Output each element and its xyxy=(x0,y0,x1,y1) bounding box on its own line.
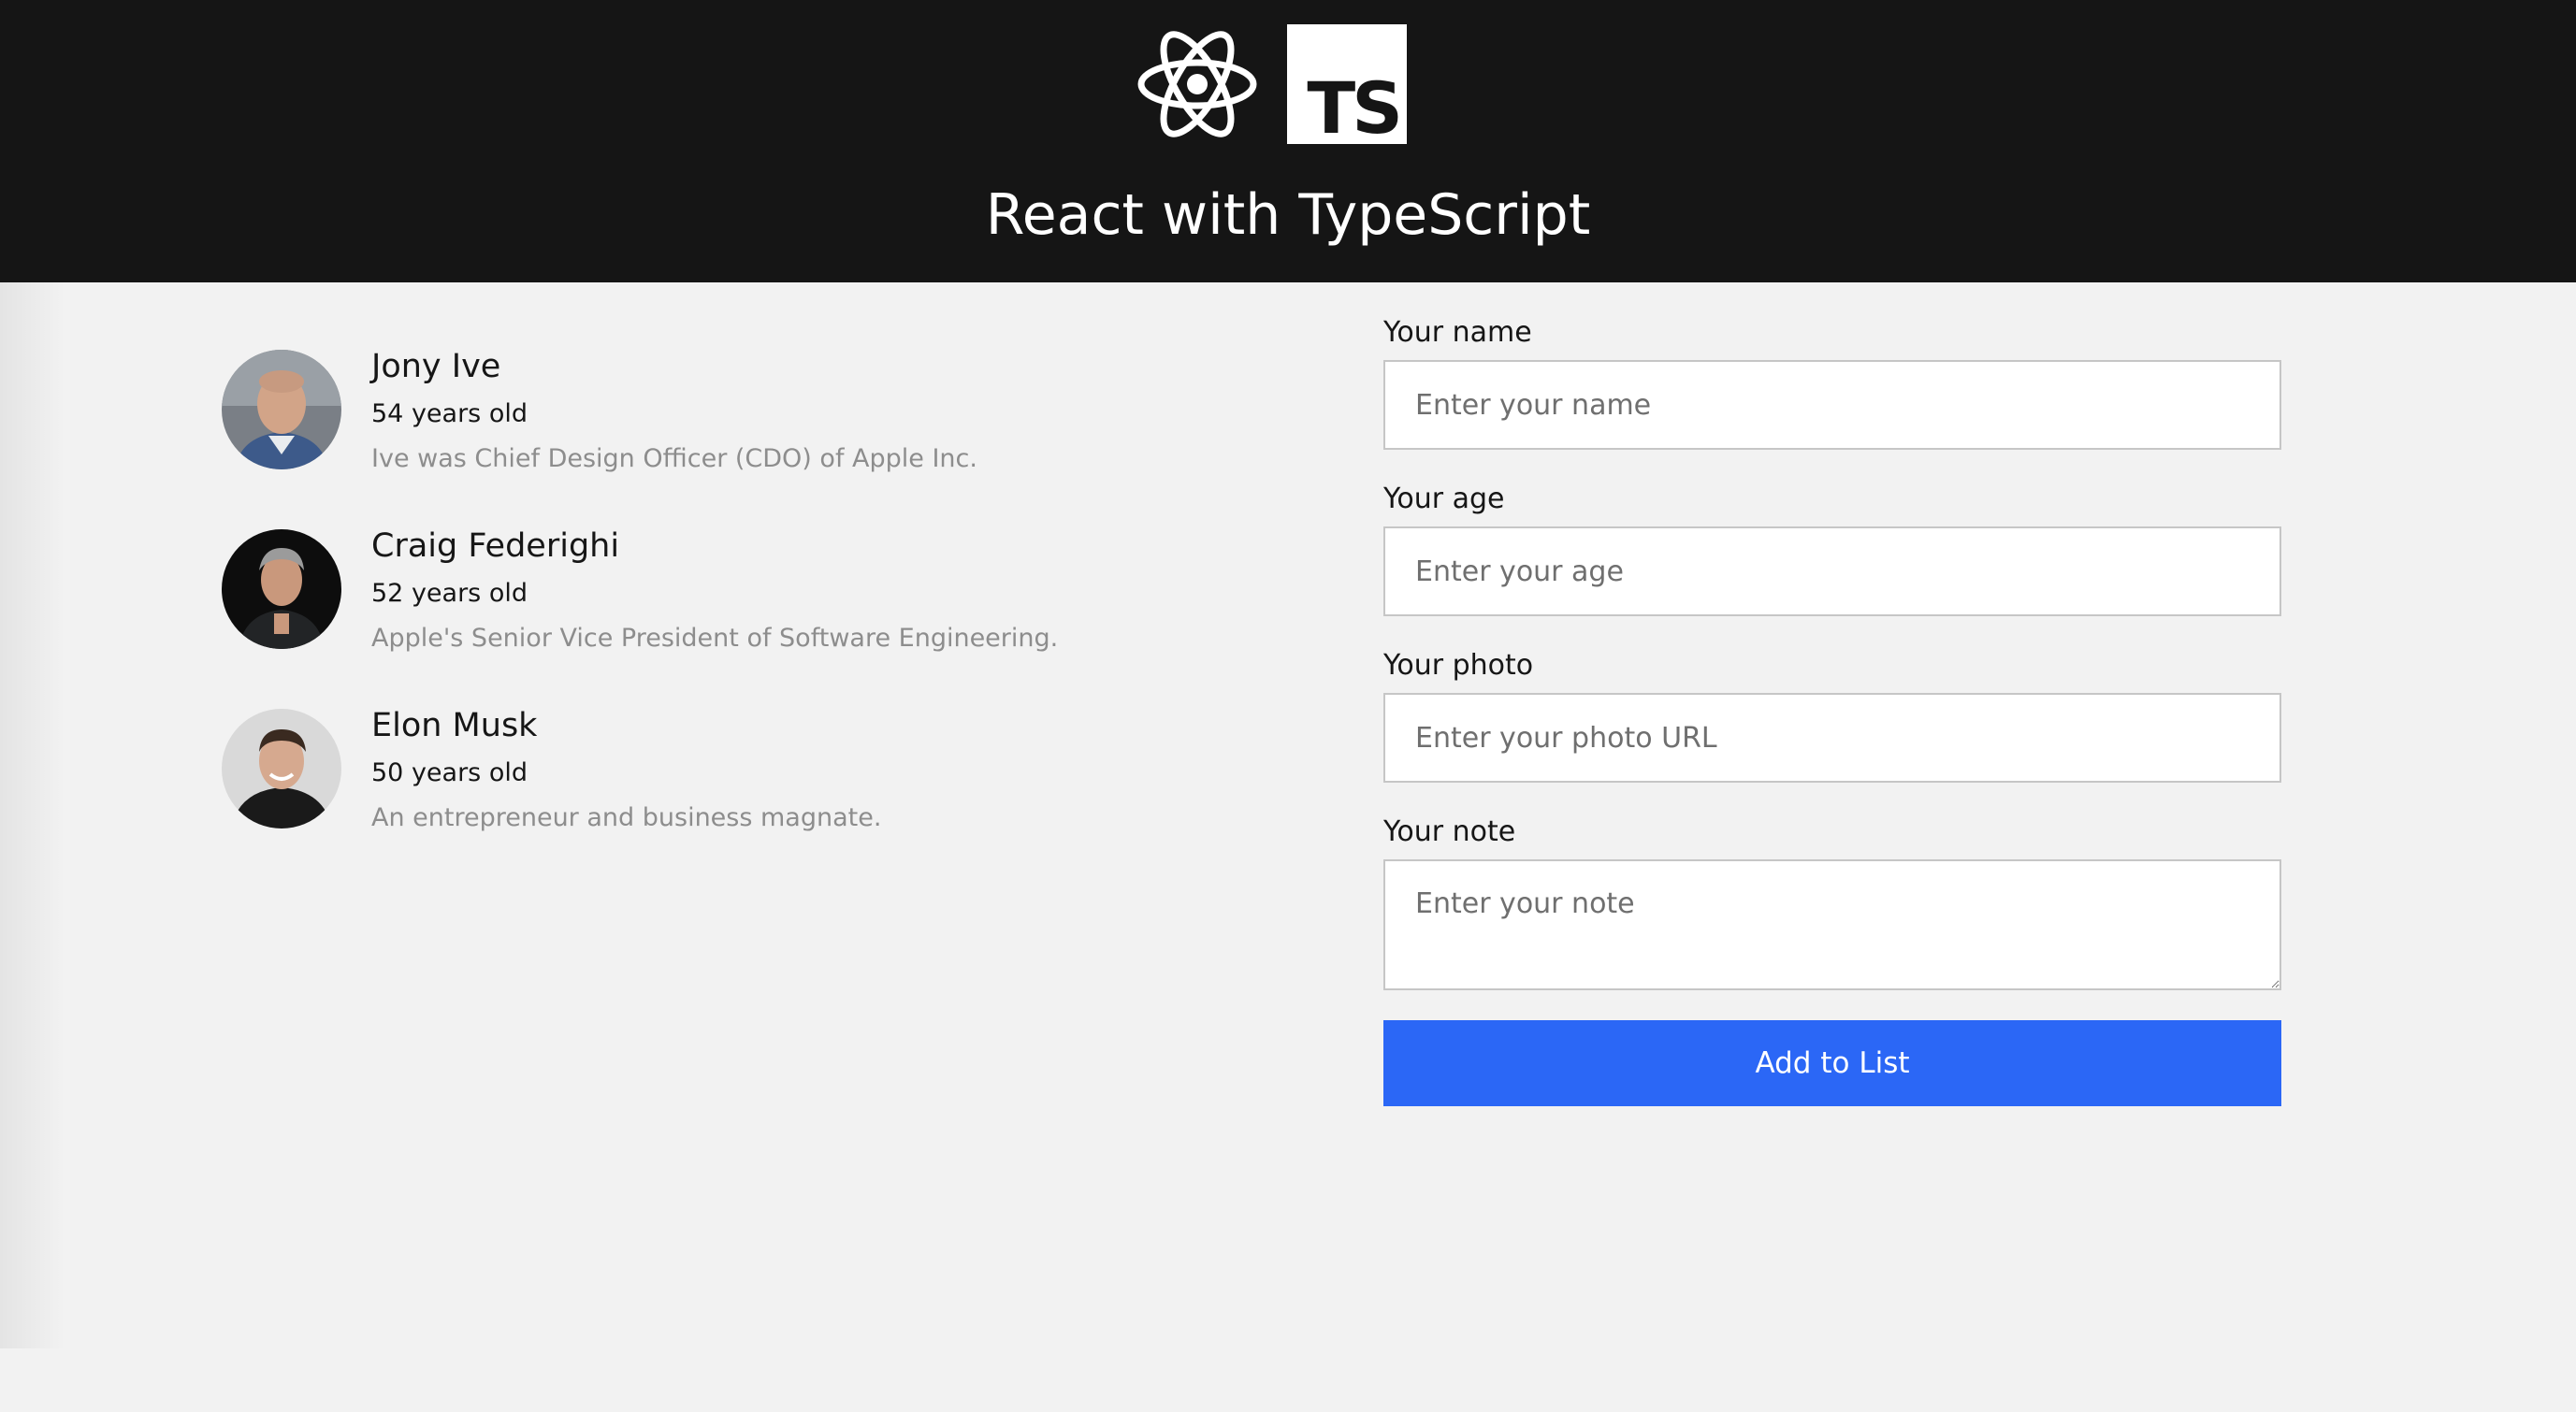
list-item: Elon Musk 50 years old An entrepreneur a… xyxy=(222,703,1344,883)
page-title: React with TypeScript xyxy=(985,182,1591,248)
name-label: Your name xyxy=(1383,316,1532,349)
person-age: 50 years old xyxy=(371,758,528,787)
age-field-group: Your age xyxy=(1383,477,2281,616)
person-note: An entrepreneur and business magnate. xyxy=(371,803,882,832)
typescript-logo: TS xyxy=(1287,24,1407,144)
react-logo-icon xyxy=(1137,24,1257,144)
note-textarea[interactable] xyxy=(1383,859,2281,990)
photo-url-input[interactable] xyxy=(1383,693,2281,783)
person-name: Jony Ive xyxy=(371,348,501,385)
add-to-list-button[interactable]: Add to List xyxy=(1383,1020,2281,1106)
note-field-group: Your note xyxy=(1383,810,2281,994)
app-header: TS React with TypeScript xyxy=(0,0,2576,282)
person-note: Apple's Senior Vice President of Softwar… xyxy=(371,624,1059,653)
photo-field-group: Your photo xyxy=(1383,643,2281,783)
avatar xyxy=(222,709,341,828)
person-note: Ive was Chief Design Officer (CDO) of Ap… xyxy=(371,444,977,473)
list-item: Jony Ive 54 years old Ive was Chief Desi… xyxy=(222,344,1344,524)
list-item: Craig Federighi 52 years old Apple's Sen… xyxy=(222,524,1344,703)
typescript-logo-text: TS xyxy=(1307,66,1403,150)
note-label: Your note xyxy=(1383,815,1516,848)
person-name: Craig Federighi xyxy=(371,527,620,565)
avatar xyxy=(222,350,341,469)
person-name: Elon Musk xyxy=(371,707,538,744)
photo-label: Your photo xyxy=(1383,649,1534,682)
age-input[interactable] xyxy=(1383,526,2281,616)
avatar xyxy=(222,529,341,649)
header-logos: TS xyxy=(1137,24,1407,144)
left-edge-shadow xyxy=(0,282,65,1348)
person-age: 52 years old xyxy=(371,579,528,608)
people-list: Jony Ive 54 years old Ive was Chief Desi… xyxy=(222,344,1344,883)
add-person-form: Your name Your age Your photo Your note … xyxy=(1383,310,2281,1106)
name-input[interactable] xyxy=(1383,360,2281,450)
person-age: 54 years old xyxy=(371,399,528,428)
name-field-group: Your name xyxy=(1383,310,2281,450)
age-label: Your age xyxy=(1383,483,1505,515)
